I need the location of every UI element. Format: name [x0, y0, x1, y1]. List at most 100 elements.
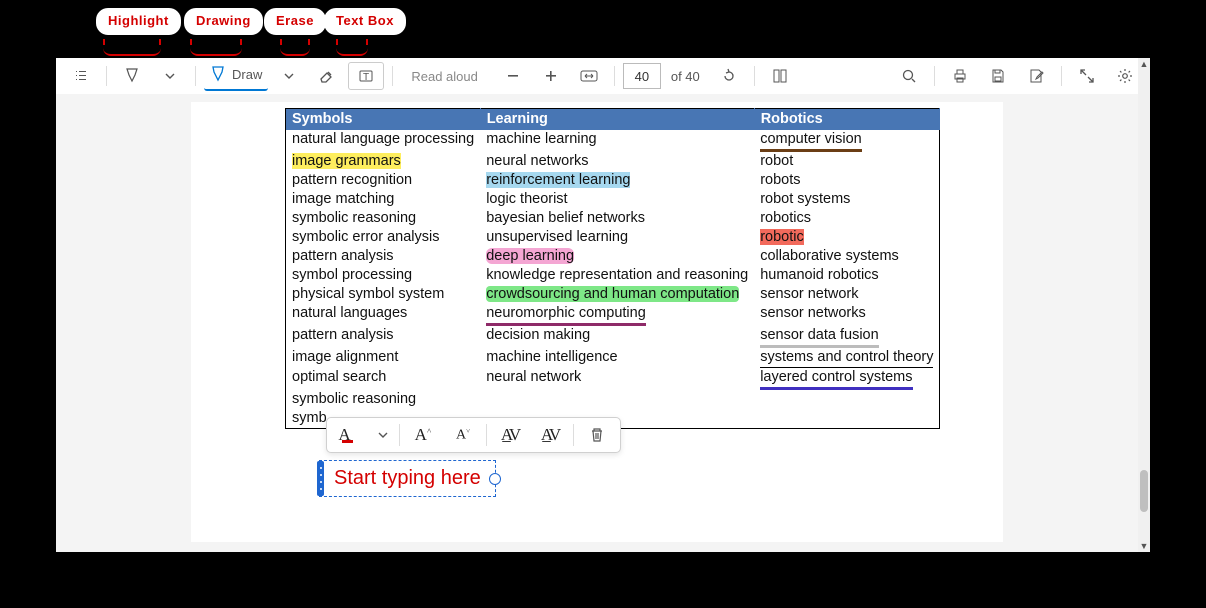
fit-width-button[interactable] [572, 63, 606, 89]
eraser-icon [318, 67, 336, 85]
annotation-labels-row: Highlight Drawing Erase Text Box [0, 8, 1206, 56]
cell: logic theorist [480, 190, 754, 209]
contents-button[interactable] [64, 63, 98, 89]
annotation-erase-bubble: Erase [264, 8, 326, 35]
annotation-textbox-brace [336, 42, 368, 56]
print-button[interactable] [943, 63, 977, 89]
save-as-button[interactable] [1019, 63, 1053, 89]
annotation-erase-brace [280, 42, 310, 56]
cell: layered control systems [754, 368, 940, 390]
cell: natural language processing [286, 130, 481, 152]
svg-text:T: T [363, 72, 369, 83]
save-pen-icon [1028, 68, 1044, 84]
cell: optimal search [286, 368, 481, 390]
delete-textbox-button[interactable] [580, 422, 614, 448]
table-header: Symbols [286, 109, 481, 131]
cell: machine intelligence [480, 348, 754, 368]
textbox-container[interactable]: Start typing here [319, 460, 496, 497]
cell: image grammars [286, 152, 481, 171]
font-color-dropdown[interactable] [373, 422, 393, 448]
cell: symbolic reasoning [286, 209, 481, 228]
fullscreen-button[interactable] [1070, 63, 1104, 89]
zoom-out-button[interactable] [496, 63, 530, 89]
table-header: Learning [480, 109, 754, 131]
fullscreen-icon [1079, 68, 1095, 84]
cell: sensor data fusion [754, 326, 940, 348]
zoom-in-button[interactable] [534, 63, 568, 89]
spacing-decrease-button[interactable]: A̲V [533, 422, 567, 448]
cell: pattern analysis [286, 247, 481, 266]
cell: neural networks [480, 152, 754, 171]
data-table: Symbols Learning Robotics natural langua… [285, 108, 940, 429]
text-format-toolbar: A A˄ A˅ A̲V A̲V [326, 417, 621, 453]
textbox-input[interactable]: Start typing here [319, 460, 496, 497]
highlight-dropdown[interactable] [153, 63, 187, 89]
draw-button[interactable]: Draw [204, 61, 268, 91]
fit-width-icon [580, 69, 598, 83]
cell: symbolic reasoning [286, 390, 481, 409]
font-increase-button[interactable]: A˄ [406, 422, 440, 448]
minus-icon [506, 69, 520, 83]
rotate-button[interactable] [712, 63, 746, 89]
textbox-placeholder: Start typing here [334, 467, 481, 489]
draw-dropdown[interactable] [272, 63, 306, 89]
separator [392, 66, 393, 86]
settings-button[interactable] [1108, 63, 1142, 89]
separator [195, 66, 196, 86]
textbox-move-handle[interactable] [317, 461, 324, 496]
cell: robots [754, 171, 940, 190]
cell: humanoid robotics [754, 266, 940, 285]
page-scroll-area[interactable]: Symbols Learning Robotics natural langua… [56, 94, 1138, 552]
document-page: Symbols Learning Robotics natural langua… [191, 102, 1003, 542]
highlighter-icon [123, 67, 141, 85]
cell: deep learning [480, 247, 754, 266]
page-number-input[interactable] [623, 63, 661, 89]
separator [573, 424, 574, 446]
separator [934, 66, 935, 86]
cell: image alignment [286, 348, 481, 368]
annotation-highlight-bubble: Highlight [96, 8, 181, 35]
erase-button[interactable] [310, 63, 344, 89]
page-total-label: of 40 [671, 69, 700, 84]
scroll-thumb[interactable] [1140, 470, 1148, 512]
cell: sensor network [754, 285, 940, 304]
cell: collaborative systems [754, 247, 940, 266]
trash-icon [589, 427, 605, 443]
save-button[interactable] [981, 63, 1015, 89]
chevron-down-icon [165, 71, 175, 81]
read-aloud-button[interactable]: Read aloud [411, 69, 478, 84]
chevron-down-icon [284, 71, 294, 81]
separator [106, 66, 107, 86]
cell: pattern recognition [286, 171, 481, 190]
textbox-button[interactable]: T [348, 62, 384, 90]
font-color-button[interactable]: A [333, 422, 367, 448]
font-increase-icon: A˄ [415, 425, 432, 445]
search-button[interactable] [892, 63, 926, 89]
cell: systems and control theory [754, 348, 940, 368]
cell: symbolic error analysis [286, 228, 481, 247]
cell: image matching [286, 190, 481, 209]
annotation-drawing-brace [190, 42, 242, 56]
draw-label: Draw [232, 67, 262, 82]
contents-icon [73, 68, 89, 84]
page-view-button[interactable] [763, 63, 797, 89]
scroll-down-button[interactable]: ▼ [1138, 540, 1150, 552]
separator [486, 424, 487, 446]
scroll-up-button[interactable]: ▲ [1138, 58, 1150, 70]
textbox-resize-handle[interactable] [489, 473, 501, 485]
cell: robot systems [754, 190, 940, 209]
cell: decision making [480, 326, 754, 348]
textbox-icon: T [358, 68, 374, 84]
cell: crowdsourcing and human computation [480, 285, 754, 304]
spacing-increase-button[interactable]: A̲V [493, 422, 527, 448]
vertical-scrollbar[interactable]: ▲ ▼ [1138, 58, 1150, 552]
font-decrease-button[interactable]: A˅ [446, 422, 480, 448]
cell: robot [754, 152, 940, 171]
cell: knowledge representation and reasoning [480, 266, 754, 285]
annotation-highlight-brace [103, 42, 161, 56]
cell: natural languages [286, 304, 481, 326]
rotate-icon [721, 68, 737, 84]
highlight-button[interactable] [115, 63, 149, 89]
cell: neural network [480, 368, 754, 390]
cell: bayesian belief networks [480, 209, 754, 228]
